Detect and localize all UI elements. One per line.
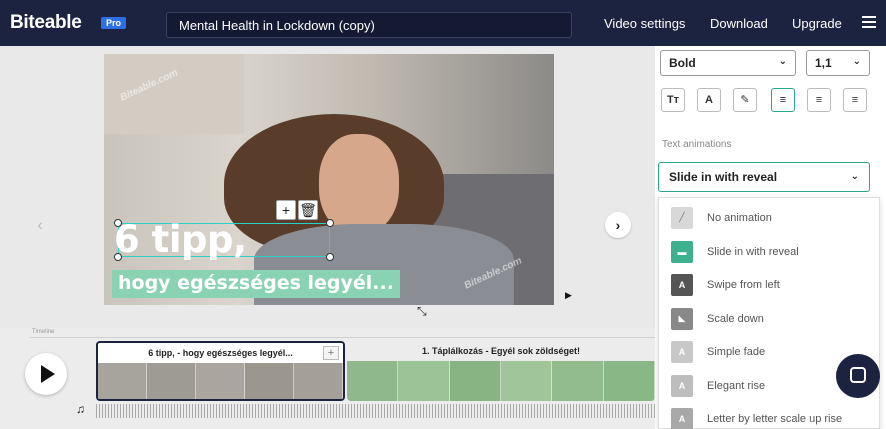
trash-icon[interactable]: 🗑 <box>298 200 318 220</box>
caption-subline[interactable]: hogy egészséges legyél... <box>112 270 400 298</box>
timeline-clip[interactable]: 1. Táplálkozás - Egyél sok zöldséget! <box>347 341 655 401</box>
top-bar: Biteable Pro Mental Health in Lockdown (… <box>0 0 886 46</box>
timeline-label: Timeline <box>32 329 55 335</box>
download-link[interactable]: Download <box>710 16 768 31</box>
slash-icon: ╱ <box>671 206 693 229</box>
audio-waveform[interactable] <box>96 404 655 418</box>
text-size-button[interactable]: Tт <box>661 88 685 112</box>
clip-title: 1. Táplálkozás - Egyél sok zöldséget! <box>347 341 655 361</box>
animation-option-label: No animation <box>707 211 772 224</box>
slide-reveal-icon: ▬ <box>671 240 693 263</box>
fade-icon: A <box>671 340 693 363</box>
line-spacing-value: 1,1 <box>815 56 832 70</box>
clip-thumbnails <box>347 361 655 401</box>
animation-option-label: Elegant rise <box>707 379 766 392</box>
chat-icon <box>850 367 866 383</box>
chat-support-button[interactable] <box>836 354 880 398</box>
animation-option[interactable]: A Letter by letter scale up rise <box>659 402 881 429</box>
letter-scale-icon: A <box>671 407 693 429</box>
font-weight-value: Bold <box>669 56 696 70</box>
animation-option-label: Scale down <box>707 312 764 325</box>
selected-animation: Slide in with reveal <box>669 170 778 184</box>
play-small-icon[interactable]: ▶ <box>565 290 572 301</box>
timeline-clip[interactable]: 6 tipp, - hogy egészséges legyél... + <box>96 341 345 401</box>
swipe-left-icon: A <box>671 273 693 296</box>
expand-icon[interactable]: ⤡ <box>417 304 427 319</box>
animation-option-label: Simple fade <box>707 345 766 358</box>
timeline-ruler[interactable] <box>30 328 655 338</box>
chevron-down-icon: ⌄ <box>852 56 861 67</box>
align-right-button[interactable]: ≡ <box>843 88 867 112</box>
scale-down-icon: ◣ <box>671 307 693 330</box>
animation-option[interactable]: A Swipe from left <box>659 268 881 301</box>
text-animation-select[interactable]: Slide in with reveal ⌄ <box>658 162 870 192</box>
align-center-button[interactable]: ≡ <box>807 88 831 112</box>
font-weight-select[interactable]: Bold ⌄ <box>660 50 796 76</box>
pro-badge: Pro <box>101 17 127 29</box>
clip-thumbnails <box>98 363 343 399</box>
clip-title: 6 tipp, - hogy egészséges legyél... <box>98 343 343 363</box>
chevron-down-icon: ⌄ <box>778 56 787 67</box>
video-settings-link[interactable]: Video settings <box>604 16 685 31</box>
previous-scene-icon[interactable]: ‹ <box>30 216 50 236</box>
caption-headline[interactable]: 6 tipp, <box>114 218 247 261</box>
highlight-button[interactable]: ✎ <box>733 88 757 112</box>
caption-toolbar: + 🗑 <box>276 200 318 220</box>
play-icon <box>41 365 55 383</box>
resize-handle[interactable] <box>326 219 334 227</box>
resize-handle[interactable] <box>326 253 334 261</box>
rise-icon: A <box>671 374 693 397</box>
upgrade-link[interactable]: Upgrade <box>792 16 842 31</box>
logo[interactable]: Biteable <box>10 12 82 34</box>
video-preview[interactable]: Biteable.com Biteable.com <box>104 54 554 305</box>
animation-option[interactable]: ◣ Scale down <box>659 302 881 335</box>
add-scene-button[interactable]: + <box>323 346 339 360</box>
align-left-button[interactable]: ≡ <box>771 88 795 112</box>
text-animations-label: Text animations <box>662 139 732 150</box>
hamburger-menu-icon[interactable] <box>862 16 876 28</box>
next-scene-button[interactable]: › <box>605 212 631 238</box>
animation-option-label: Swipe from left <box>707 278 780 291</box>
animation-option[interactable]: ▬ Slide in with reveal <box>659 235 881 268</box>
line-spacing-select[interactable]: 1,1 ⌄ <box>806 50 870 76</box>
plus-icon[interactable]: + <box>276 200 296 220</box>
project-title-input[interactable]: Mental Health in Lockdown (copy) <box>166 12 572 38</box>
animation-option-label: Slide in with reveal <box>707 245 799 258</box>
chevron-down-icon: ⌄ <box>850 171 859 182</box>
animation-option-label: Letter by letter scale up rise <box>707 412 843 425</box>
text-color-button[interactable]: A <box>697 88 721 112</box>
play-button[interactable] <box>25 353 67 395</box>
music-note-icon[interactable]: ♫ <box>76 402 85 416</box>
animation-option[interactable]: ╱ No animation <box>659 201 881 234</box>
